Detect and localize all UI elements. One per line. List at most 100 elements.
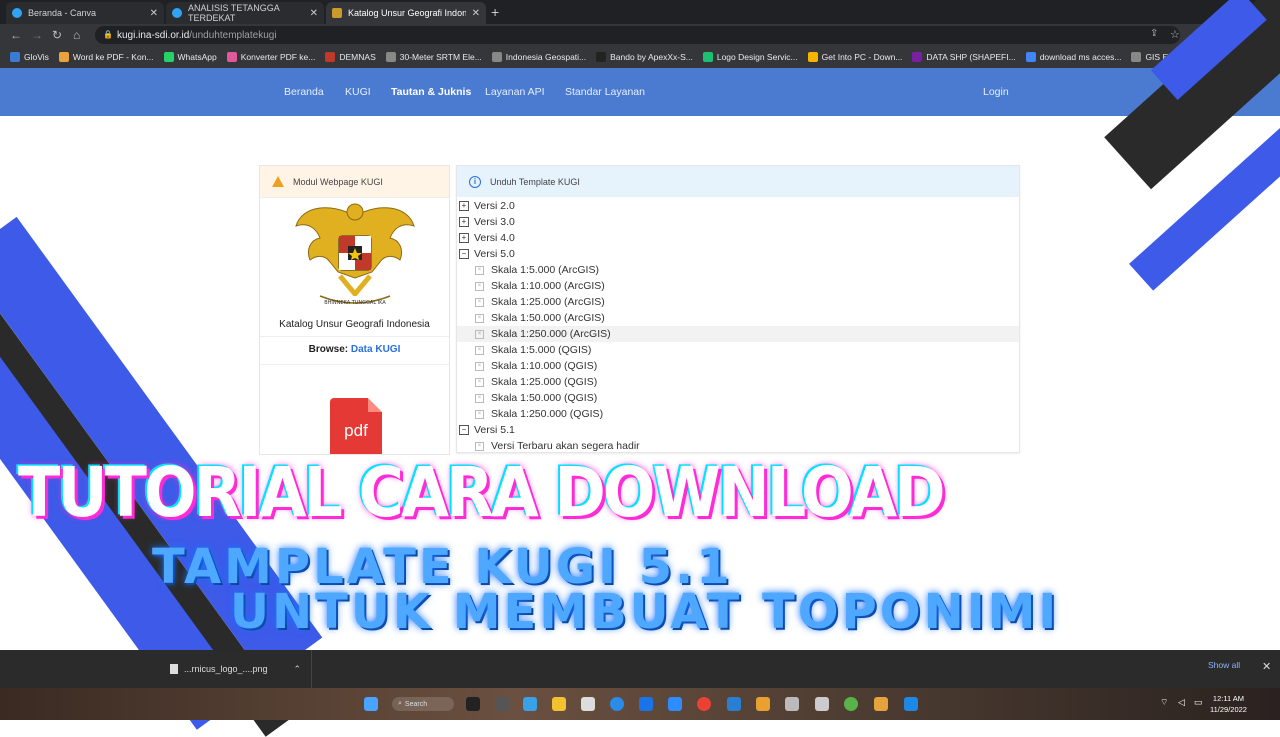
address-toolbar: ← → ↻ ⌂ 🔒 kugi.ina-sdi.or.id/unduhtempla… <box>0 24 1280 46</box>
bookmark-star-icon[interactable]: ☆ <box>1170 28 1180 41</box>
home-icon[interactable]: ⌂ <box>73 28 80 42</box>
tree-template-label: Skala 1:5.000 (QGIS) <box>491 344 592 356</box>
url-field[interactable]: 🔒 kugi.ina-sdi.or.id/unduhtemplatekugi <box>95 26 1180 44</box>
download-file-name: ...rnicus_logo_....png <box>184 664 268 674</box>
module-panel: Modul Webpage KUGI BHINNEKA TUNGGAL IKA … <box>259 165 450 455</box>
data-kugi-link[interactable]: Data KUGI <box>351 344 400 355</box>
store-icon[interactable] <box>581 697 595 711</box>
download-shelf: ...rnicus_logo_....png ⌃ Show all ✕ <box>0 650 1280 688</box>
tree-template-label: Versi Terbaru akan segera hadir <box>491 440 640 452</box>
app-icon[interactable] <box>904 697 918 711</box>
app-icon[interactable] <box>815 697 829 711</box>
bookmark-item[interactable]: Konverter PDF ke... <box>226 52 315 62</box>
battery-icon[interactable]: ▭ <box>1194 697 1203 708</box>
tree-version-node[interactable]: + Versi 3.0 <box>457 214 1019 230</box>
close-icon[interactable]: ✕ <box>472 8 480 19</box>
app-icon[interactable] <box>874 697 888 711</box>
download-item[interactable]: ...rnicus_logo_....png ⌃ <box>160 650 312 688</box>
bookmark-item[interactable]: download ms acces... <box>1025 52 1122 62</box>
vscode-icon[interactable] <box>727 697 741 711</box>
start-icon[interactable] <box>364 697 378 711</box>
bookmark-item[interactable]: Logo Design Servic... <box>702 52 798 62</box>
tree-version-node[interactable]: − Versi 5.1 <box>457 422 1019 438</box>
bookmark-item[interactable]: Indonesia Geospati... <box>491 52 586 62</box>
expand-icon[interactable]: + <box>459 201 469 211</box>
tree-template-item[interactable]: × Skala 1:5.000 (QGIS) <box>457 342 1019 358</box>
pdf-file-icon[interactable]: pdf <box>330 398 382 454</box>
app-icon[interactable] <box>523 697 537 711</box>
nav-link-beranda[interactable]: Beranda <box>284 86 324 98</box>
new-tab-icon[interactable]: + <box>491 4 499 20</box>
bookmark-item[interactable]: Get Into PC - Down... <box>807 52 902 62</box>
file-explorer-icon[interactable] <box>552 697 566 711</box>
tree-template-item[interactable]: × Skala 1:25.000 (QGIS) <box>457 374 1019 390</box>
tree-template-item[interactable]: × Skala 1:10.000 (QGIS) <box>457 358 1019 374</box>
nav-link-tautan-juknis[interactable]: Tautan & Juknis <box>391 86 471 98</box>
close-icon[interactable]: ✕ <box>150 8 158 19</box>
volume-icon[interactable]: ◁ <box>1178 697 1185 708</box>
close-icon[interactable]: ✕ <box>1262 660 1271 673</box>
chrome-icon[interactable] <box>697 697 711 711</box>
bookmark-item[interactable]: DATA SHP (SHAPEFI... <box>912 52 1016 62</box>
tree-template-item[interactable]: × Skala 1:10.000 (ArcGIS) <box>457 278 1019 294</box>
wifi-icon[interactable]: ⌔ <box>1160 697 1168 708</box>
bookmark-item[interactable]: WhatsApp <box>163 52 217 62</box>
bookmark-item[interactable]: 30-Meter SRTM Ele... <box>385 52 482 62</box>
bookmark-item[interactable]: GloVis <box>10 52 49 62</box>
tree-template-item[interactable]: × Skala 1:250.000 (ArcGIS) <box>457 326 1019 342</box>
bookmark-label: Word ke PDF - Kon... <box>72 52 154 62</box>
reload-icon[interactable]: ↻ <box>52 28 62 42</box>
collapse-icon[interactable]: − <box>459 249 469 259</box>
nav-link-layanan-api[interactable]: Layanan API <box>485 86 545 98</box>
garuda-favicon-icon <box>332 8 342 18</box>
back-icon[interactable]: ← <box>10 28 22 42</box>
bookmark-label: download ms acces... <box>1039 52 1122 62</box>
bookmark-label: GloVis <box>24 52 49 62</box>
close-icon[interactable]: ✕ <box>310 8 318 19</box>
bookmark-item[interactable]: Word ke PDF - Kon... <box>58 52 154 62</box>
tree-template-label: Skala 1:10.000 (ArcGIS) <box>491 280 605 292</box>
edge-icon[interactable] <box>610 697 624 711</box>
task-view-icon[interactable] <box>466 697 480 711</box>
file-icon <box>170 664 178 674</box>
taskbar-clock[interactable]: 12:11 AM 11/29/2022 <box>1210 693 1247 715</box>
nav-link-standar-layanan[interactable]: Standar Layanan <box>565 86 645 98</box>
version-tree: + Versi 2.0 + Versi 3.0 + Versi 4.0− Versi 5.0… <box>457 197 1019 454</box>
widgets-icon[interactable] <box>495 697 509 711</box>
expand-icon[interactable]: + <box>459 217 469 227</box>
zoom-icon[interactable] <box>668 697 682 711</box>
chevron-up-icon[interactable]: ⌃ <box>293 664 301 675</box>
tree-template-item[interactable]: × Skala 1:250.000 (QGIS) <box>457 406 1019 422</box>
bookmark-favicon-icon <box>807 52 818 62</box>
bookmark-favicon-icon <box>1025 52 1036 62</box>
app-icon[interactable] <box>785 697 799 711</box>
mail-icon[interactable] <box>639 697 653 711</box>
show-all-button[interactable]: Show all <box>1208 660 1240 670</box>
nav-link-kugi[interactable]: KUGI <box>345 86 371 98</box>
bookmark-item[interactable]: DEMNAS <box>325 52 376 62</box>
tree-template-item[interactable]: × Skala 1:5.000 (ArcGIS) <box>457 262 1019 278</box>
browser-tab[interactable]: Beranda - Canva ✕ <box>6 2 164 24</box>
bookmark-label: Bando by ApexXx-S... <box>610 52 693 62</box>
tree-template-item[interactable]: × Skala 1:25.000 (ArcGIS) <box>457 294 1019 310</box>
share-icon[interactable]: ⇪ <box>1150 28 1158 39</box>
qgis-icon[interactable] <box>844 697 858 711</box>
expand-icon[interactable]: + <box>459 233 469 243</box>
forward-icon[interactable]: → <box>31 28 43 42</box>
tree-template-item[interactable]: × Skala 1:50.000 (ArcGIS) <box>457 310 1019 326</box>
file-node-icon: × <box>475 281 484 291</box>
tree-template-item[interactable]: × Skala 1:50.000 (QGIS) <box>457 390 1019 406</box>
bookmark-item[interactable]: Bando by ApexXx-S... <box>596 52 693 62</box>
tree-version-node[interactable]: − Versi 5.0 <box>457 246 1019 262</box>
file-node-icon: × <box>475 265 484 275</box>
login-link[interactable]: Login <box>983 86 1009 98</box>
browser-tab[interactable]: ANALISIS TETANGGA TERDEKAT ✕ <box>166 2 324 24</box>
windows-taskbar: ⌕ Search ⌔ ◁ ▭ 12:11 AM 11/29/2022 <box>0 688 1280 720</box>
collapse-icon[interactable]: − <box>459 425 469 435</box>
tree-version-node[interactable]: + Versi 2.0 <box>457 198 1019 214</box>
tree-template-label: Skala 1:5.000 (ArcGIS) <box>491 264 599 276</box>
app-icon[interactable] <box>756 697 770 711</box>
taskbar-search[interactable]: ⌕ Search <box>392 697 454 711</box>
browser-tab-active[interactable]: Katalog Unsur Geografi Indonesi ✕ <box>326 2 486 24</box>
tree-version-node[interactable]: + Versi 4.0 <box>457 230 1019 246</box>
